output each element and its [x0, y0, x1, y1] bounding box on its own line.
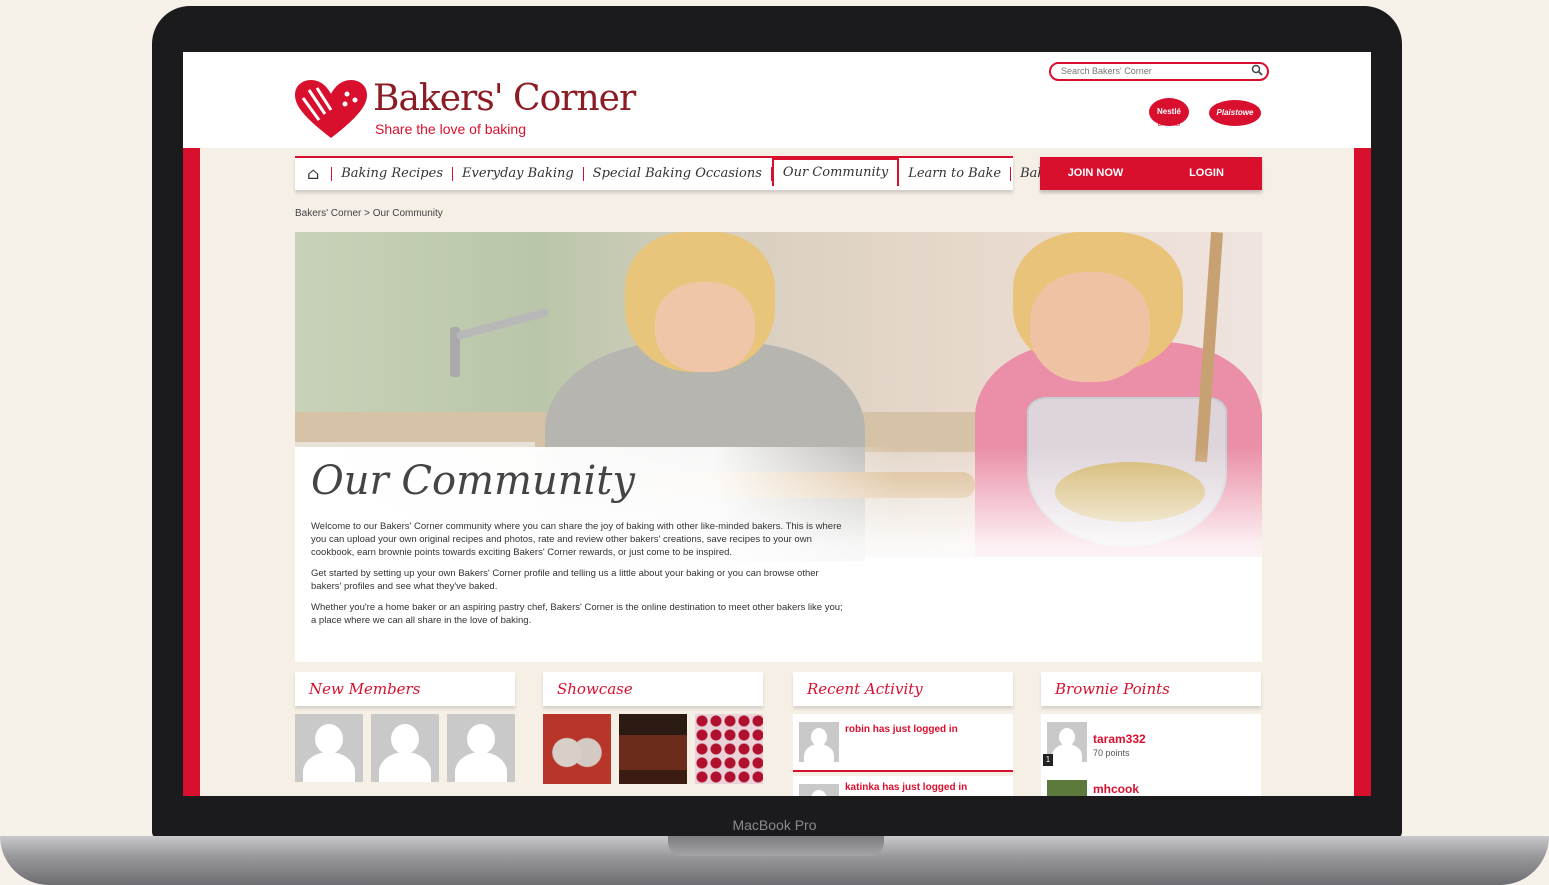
- auth-buttons: JOIN NOW LOGIN: [1040, 157, 1262, 190]
- nav-everyday-baking[interactable]: Everyday Baking: [453, 167, 584, 181]
- activity-text[interactable]: katinka has just logged in: [845, 782, 967, 793]
- activity-item[interactable]: katinka has just logged in: [793, 776, 1013, 796]
- leaderboard-row[interactable]: 1 taram332 70 points: [1041, 714, 1261, 772]
- avatar: [1047, 722, 1087, 762]
- showcase-panel: Showcase: [543, 672, 763, 796]
- showcase-photo[interactable]: [619, 714, 687, 784]
- member-avatar[interactable]: [295, 714, 363, 782]
- laptop-notch: [668, 836, 884, 856]
- activity-text[interactable]: robin has just logged in: [845, 724, 958, 735]
- leaderboard-row[interactable]: mhcook: [1041, 772, 1261, 796]
- device-label: MacBook Pro: [732, 817, 817, 833]
- avatar: [799, 722, 839, 762]
- breadcrumb[interactable]: Bakers' Corner > Our Community: [295, 208, 443, 219]
- intro-paragraph: Get started by setting up your own Baker…: [311, 568, 819, 592]
- brownie-points-panel: Brownie Points 1 taram332 70 points mhco…: [1041, 672, 1261, 796]
- avatar: [1047, 780, 1087, 796]
- new-members-panel: New Members: [295, 672, 515, 796]
- nav-our-community[interactable]: Our Community: [771, 158, 900, 186]
- nav-baking-recipes[interactable]: Baking Recipes: [332, 167, 453, 181]
- panel-title: Recent Activity: [793, 672, 1013, 706]
- login-button[interactable]: LOGIN: [1151, 157, 1262, 190]
- home-icon[interactable]: ⌂: [295, 166, 333, 182]
- join-now-button[interactable]: JOIN NOW: [1040, 157, 1151, 190]
- rank-badge: 1: [1043, 754, 1053, 766]
- brand-tagline: Share the love of baking: [375, 121, 526, 137]
- hero-banner: Our Community Welcome to our Bakers' Cor…: [295, 232, 1262, 662]
- nav-special-occasions[interactable]: Special Baking Occasions: [584, 167, 772, 181]
- heart-logo-icon[interactable]: [295, 80, 367, 140]
- panel-title: Brownie Points: [1041, 672, 1261, 706]
- activity-item[interactable]: robin has just logged in: [793, 714, 1013, 772]
- nestle-logo-sub: BAKING: [1157, 122, 1181, 128]
- leaderboard-user[interactable]: mhcook: [1093, 782, 1139, 796]
- right-red-border: [1354, 148, 1371, 796]
- search-input[interactable]: Search Bakers' Corner: [1049, 62, 1269, 81]
- intro-paragraph: Whether you're a home baker or an aspiri…: [311, 602, 843, 626]
- browser-screen: Bakers' Corner Share the love of baking …: [183, 52, 1371, 796]
- search-icon[interactable]: [1251, 64, 1263, 76]
- panel-title: New Members: [295, 672, 515, 706]
- leaderboard-user[interactable]: taram332: [1093, 732, 1146, 746]
- showcase-photo[interactable]: [543, 714, 611, 784]
- left-red-border: [183, 148, 200, 796]
- showcase-photo[interactable]: [695, 714, 763, 784]
- site-header: Bakers' Corner Share the love of baking …: [183, 52, 1371, 148]
- brand-name[interactable]: Bakers' Corner: [373, 78, 636, 119]
- plaistowe-logo[interactable]: Plaistowe: [1209, 100, 1261, 126]
- avatar: [799, 784, 839, 796]
- intro-text: Welcome to our Bakers' Corner community …: [311, 520, 847, 635]
- recent-activity-panel: Recent Activity robin has just logged in…: [793, 672, 1013, 796]
- member-avatar[interactable]: [447, 714, 515, 782]
- main-nav: ⌂ Baking Recipes Everyday Baking Special…: [295, 156, 1129, 190]
- leaderboard-points: 70 points: [1093, 748, 1130, 758]
- member-avatar[interactable]: [371, 714, 439, 782]
- intro-paragraph: Welcome to our Bakers' Corner community …: [311, 521, 842, 558]
- page-title: Our Community: [311, 458, 635, 504]
- nav-learn-to-bake[interactable]: Learn to Bake: [899, 167, 1012, 181]
- panel-title: Showcase: [543, 672, 763, 706]
